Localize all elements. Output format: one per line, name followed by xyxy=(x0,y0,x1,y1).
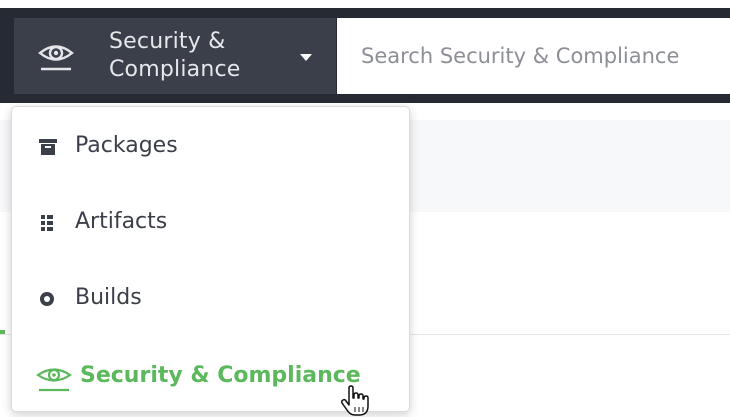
menu-item-builds[interactable]: Builds xyxy=(12,268,409,328)
hand-cursor-icon xyxy=(340,385,369,416)
menu-item-artifacts[interactable]: Artifacts xyxy=(12,192,409,252)
menu-item-packages[interactable]: Packages xyxy=(12,116,409,176)
product-switcher-button[interactable]: Security & Compliance xyxy=(14,18,336,94)
product-menu-dropdown: Packages Artifacts Builds Security & Com… xyxy=(11,106,410,412)
artifacts-icon xyxy=(41,215,53,231)
eye-icon xyxy=(38,45,74,71)
builds-icon xyxy=(40,292,54,306)
menu-item-label: Security & Compliance xyxy=(80,363,361,388)
packages-icon xyxy=(39,139,57,155)
menu-item-label: Builds xyxy=(75,285,142,310)
top-strip xyxy=(0,0,730,8)
menu-item-label: Packages xyxy=(75,133,178,158)
menu-item-label: Artifacts xyxy=(75,209,168,234)
caret-down-icon xyxy=(300,54,312,61)
product-switcher-label: Security & Compliance xyxy=(109,29,241,82)
search-input[interactable] xyxy=(337,18,730,94)
eye-icon xyxy=(36,368,72,392)
